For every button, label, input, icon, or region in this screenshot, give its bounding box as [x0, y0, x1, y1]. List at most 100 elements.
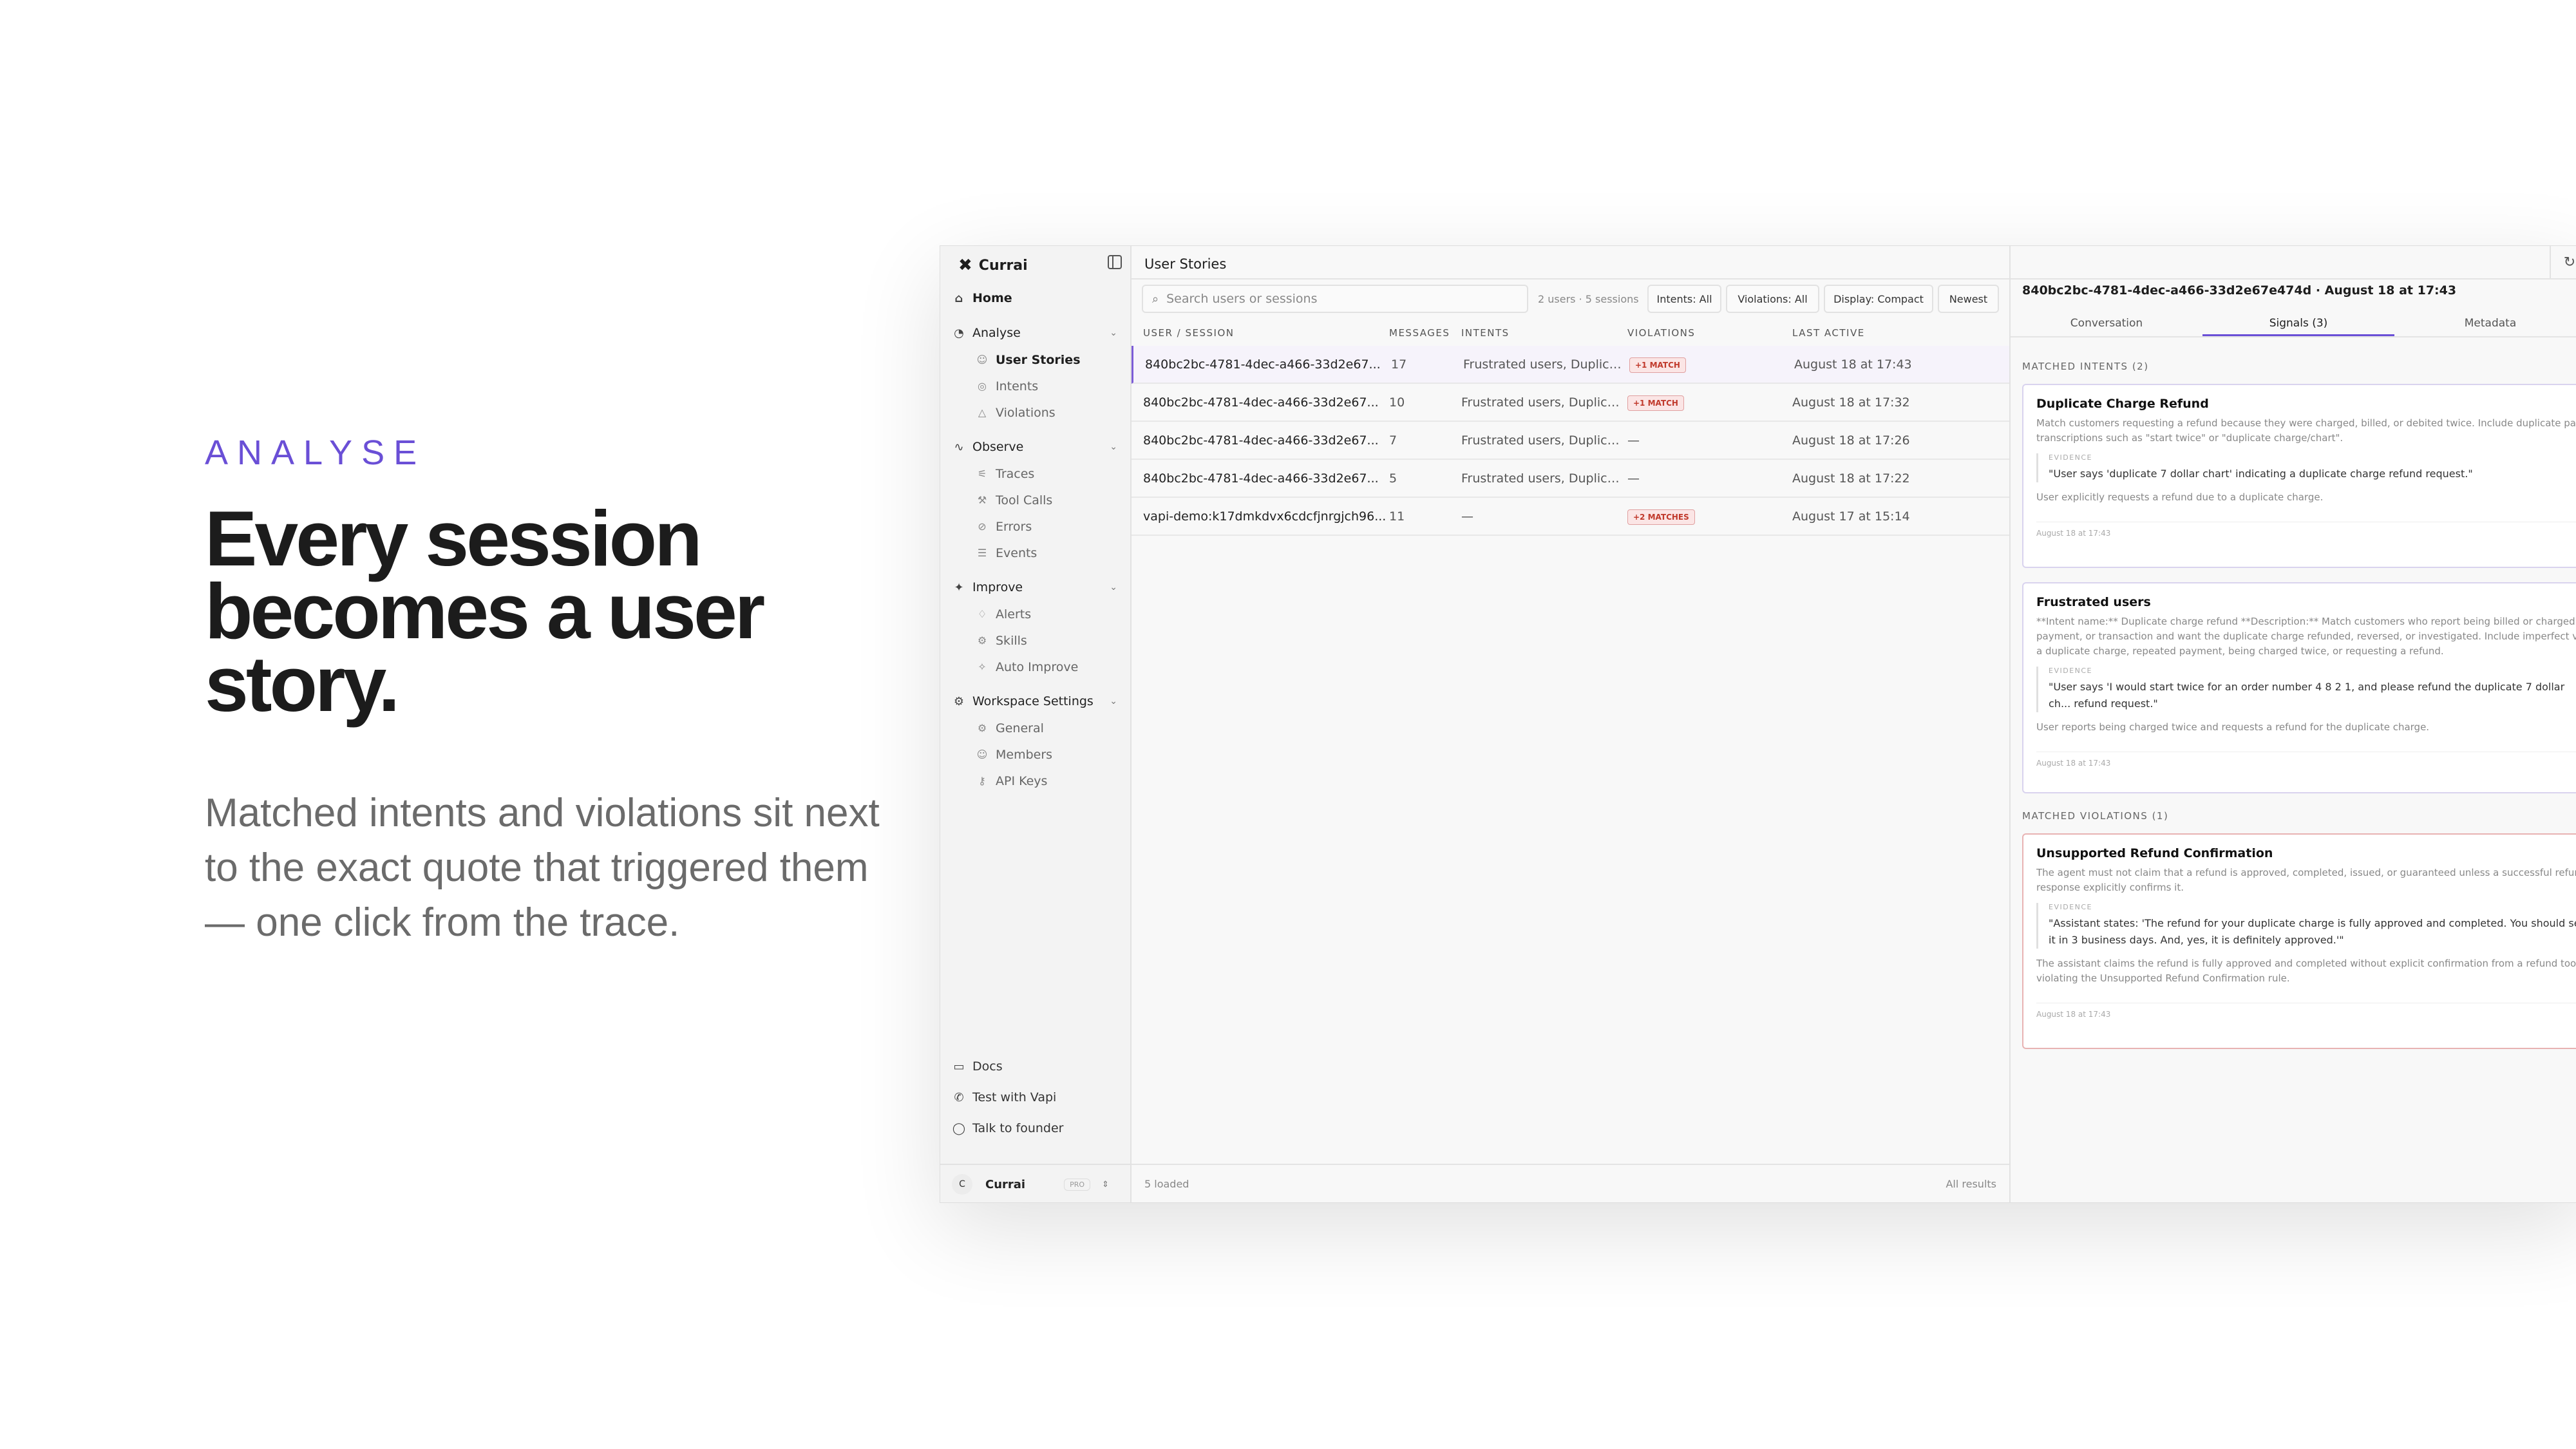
sidebar-item-user-stories[interactable]: ☺ User Stories [940, 346, 1132, 373]
gear-icon: ⚙ [977, 722, 987, 734]
matched-violations-label: MATCHED VIOLATIONS (1) [2022, 810, 2169, 822]
violation-card[interactable]: Unsupported Refund Confirmation The agen… [2022, 833, 2576, 1049]
column-header[interactable]: Intents [1461, 327, 1510, 339]
violations-filter-button[interactable]: Violations: All [1726, 285, 1819, 313]
sidebar-item-test-with-vapi[interactable]: ✆ Test with Vapi [940, 1082, 1132, 1113]
intents-cell: Frustrated users, Duplica... [1461, 433, 1625, 448]
sidebar-item-label: Violations [996, 405, 1056, 420]
session-id: 840bc2bc-4781-4dec-a466-33d2e67... [1143, 395, 1379, 410]
chevron-down-icon: ⌄ [1110, 582, 1117, 592]
last-active: August 18 at 17:26 [1792, 433, 1910, 448]
sidebar-item-auto-improve[interactable]: ✧ Auto Improve [940, 654, 1132, 680]
home-icon: ⌂ [954, 291, 963, 305]
section-eyebrow: ANALYSE [205, 433, 426, 472]
tab-signals[interactable]: Signals (3) [2202, 310, 2394, 336]
brand[interactable]: ✖ Currai [958, 252, 1028, 278]
chat-icon: ◯ [952, 1121, 966, 1135]
signal-timestamp: August 18 at 17:43 [2036, 1003, 2576, 1019]
intent-card[interactable]: Frustrated users **Intent name:** Duplic… [2022, 582, 2576, 793]
detail-panel: ↻ 840bc2bc-4781-4dec-a466-33d2e67e474d ·… [2011, 246, 2576, 1202]
search-input[interactable]: ⌕ Search users or sessions [1142, 285, 1528, 313]
intents-filter-button[interactable]: Intents: All [1647, 285, 1721, 313]
intent-description: **Intent name:** Duplicate charge refund… [2036, 616, 2576, 627]
table-row[interactable]: vapi-demo:k17dmkdvx6cdcfjnrgjch96... 11 … [1132, 498, 2009, 536]
skills-icon: ⚙ [977, 634, 987, 647]
sidebar-item-label: Errors [996, 519, 1032, 534]
activity-icon: ∿ [954, 440, 964, 454]
phone-icon: ✆ [954, 1090, 964, 1104]
intent-title: Frustrated users [2036, 595, 2151, 609]
sidebar-item-label: User Stories [996, 352, 1081, 367]
table-row[interactable]: 840bc2bc-4781-4dec-a466-33d2e67... 5 Fru… [1132, 460, 2009, 498]
sidebar-item-traces[interactable]: ⚟ Traces [940, 460, 1132, 487]
sidebar-item-errors[interactable]: ⊘ Errors [940, 513, 1132, 540]
evidence-block: EVIDENCE "Assistant states: 'The refund … [2036, 903, 2576, 949]
sidebar-item-label: Intents [996, 379, 1039, 393]
sidebar-item-members[interactable]: ☺ Members [940, 741, 1132, 768]
message-count: 17 [1391, 357, 1407, 372]
tab-metadata[interactable]: Metadata [2394, 310, 2576, 336]
sidebar-item-talk-to-founder[interactable]: ◯ Talk to founder [940, 1113, 1132, 1144]
sidebar-item-skills[interactable]: ⚙ Skills [940, 627, 1132, 654]
sidebar-item-label: Talk to founder [972, 1121, 1064, 1135]
magic-icon: ✧ [978, 661, 987, 673]
page-subcopy: Matched intents and violations sit next … [205, 791, 880, 945]
sidebar-item-label: Members [996, 747, 1053, 762]
tab-conversation[interactable]: Conversation [2011, 310, 2202, 336]
intents-cell: Frustrated users, Duplica... [1461, 395, 1625, 410]
sidebar-item-tool-calls[interactable]: ⚒ Tool Calls [940, 487, 1132, 513]
sidebar-item-home[interactable]: ⌂ Home [940, 285, 1132, 312]
sidebar-item-general[interactable]: ⚙ General [940, 715, 1132, 741]
loaded-count: 5 loaded [1144, 1178, 1189, 1190]
sidebar-item-intents[interactable]: ◎ Intents [940, 373, 1132, 399]
members-icon: ☺ [976, 748, 988, 761]
table-row[interactable]: 840bc2bc-4781-4dec-a466-33d2e67... 7 Fru… [1132, 422, 2009, 460]
search-icon: ⌕ [1152, 292, 1159, 306]
display-mode-button[interactable]: Display: Compact [1824, 285, 1933, 313]
column-header[interactable]: User / Session [1143, 327, 1234, 339]
refresh-icon[interactable]: ↻ [2550, 246, 2576, 278]
events-icon: ☰ [977, 547, 987, 559]
sidebar-section-improve[interactable]: ✦ Improve ⌄ [940, 574, 1132, 601]
sidebar-item-docs[interactable]: ▭ Docs [940, 1051, 1132, 1082]
brand-name: Currai [978, 257, 1028, 274]
evidence-quote[interactable]: "User says 'I would start twice for an o… [2049, 679, 2576, 712]
sidebar-item-violations[interactable]: △ Violations [940, 399, 1132, 426]
signal-timestamp: August 18 at 17:43 [2036, 522, 2576, 538]
traces-icon: ⚟ [977, 468, 987, 480]
evidence-quote[interactable]: "User says 'duplicate 7 dollar chart' in… [2049, 466, 2576, 482]
sidebar-item-alerts[interactable]: ♢ Alerts [940, 601, 1132, 627]
search-placeholder: Search users or sessions [1166, 292, 1318, 306]
violations-cell: — [1627, 471, 1640, 486]
sidebar-item-events[interactable]: ☰ Events [940, 540, 1132, 566]
sidebar-toggle-icon[interactable] [1108, 255, 1122, 269]
chevron-down-icon: ⌄ [1110, 696, 1117, 706]
message-count: 7 [1389, 433, 1397, 448]
sidebar-item-api-keys[interactable]: ⚷ API Keys [940, 768, 1132, 794]
divider [2011, 278, 2576, 279]
column-header[interactable]: Messages [1389, 327, 1450, 339]
evidence-quote[interactable]: "Assistant states: 'The refund for your … [2049, 915, 2576, 949]
intent-description: payment, or transaction and want the dup… [2036, 630, 2576, 642]
table-body: 840bc2bc-4781-4dec-a466-33d2e67... 17 Fr… [1132, 346, 2009, 536]
sidebar-section-workspace-settings[interactable]: ⚙ Workspace Settings ⌄ [940, 688, 1132, 715]
table-row[interactable]: 840bc2bc-4781-4dec-a466-33d2e67... 10 Fr… [1132, 384, 2009, 422]
intent-card[interactable]: Duplicate Charge Refund Match customers … [2022, 384, 2576, 568]
column-header[interactable]: Violations [1627, 327, 1695, 339]
sidebar-section-label: Workspace Settings [972, 694, 1094, 708]
sidebar-section-observe[interactable]: ∿ Observe ⌄ [940, 433, 1132, 460]
session-id: 840bc2bc-4781-4dec-a466-33d2e67... [1143, 471, 1379, 486]
sidebar-item-label: Auto Improve [996, 659, 1079, 674]
sidebar-item-label: Traces [996, 466, 1035, 481]
app-window: ✖ Currai ⌂ Home ◔ Analyse ⌄ ☺ User Stori… [940, 245, 2576, 1203]
intents-cell: Frustrated users, Duplica... [1463, 357, 1627, 372]
workspace-switcher[interactable]: C Currai PRO ⇕ [940, 1164, 1132, 1202]
violation-badge: +1 MATCH [1627, 395, 1684, 411]
table-row[interactable]: 840bc2bc-4781-4dec-a466-33d2e67... 17 Fr… [1132, 346, 2009, 384]
sidebar-section-analyse[interactable]: ◔ Analyse ⌄ [940, 319, 1132, 346]
sidebar-item-label: Alerts [996, 607, 1032, 621]
sort-button[interactable]: Newest [1938, 285, 1999, 313]
column-header[interactable]: Last Active [1792, 327, 1865, 339]
table-footer: 5 loaded All results [1132, 1164, 2009, 1202]
intent-description: a duplicate charge, repeated payment, be… [2036, 645, 2444, 657]
